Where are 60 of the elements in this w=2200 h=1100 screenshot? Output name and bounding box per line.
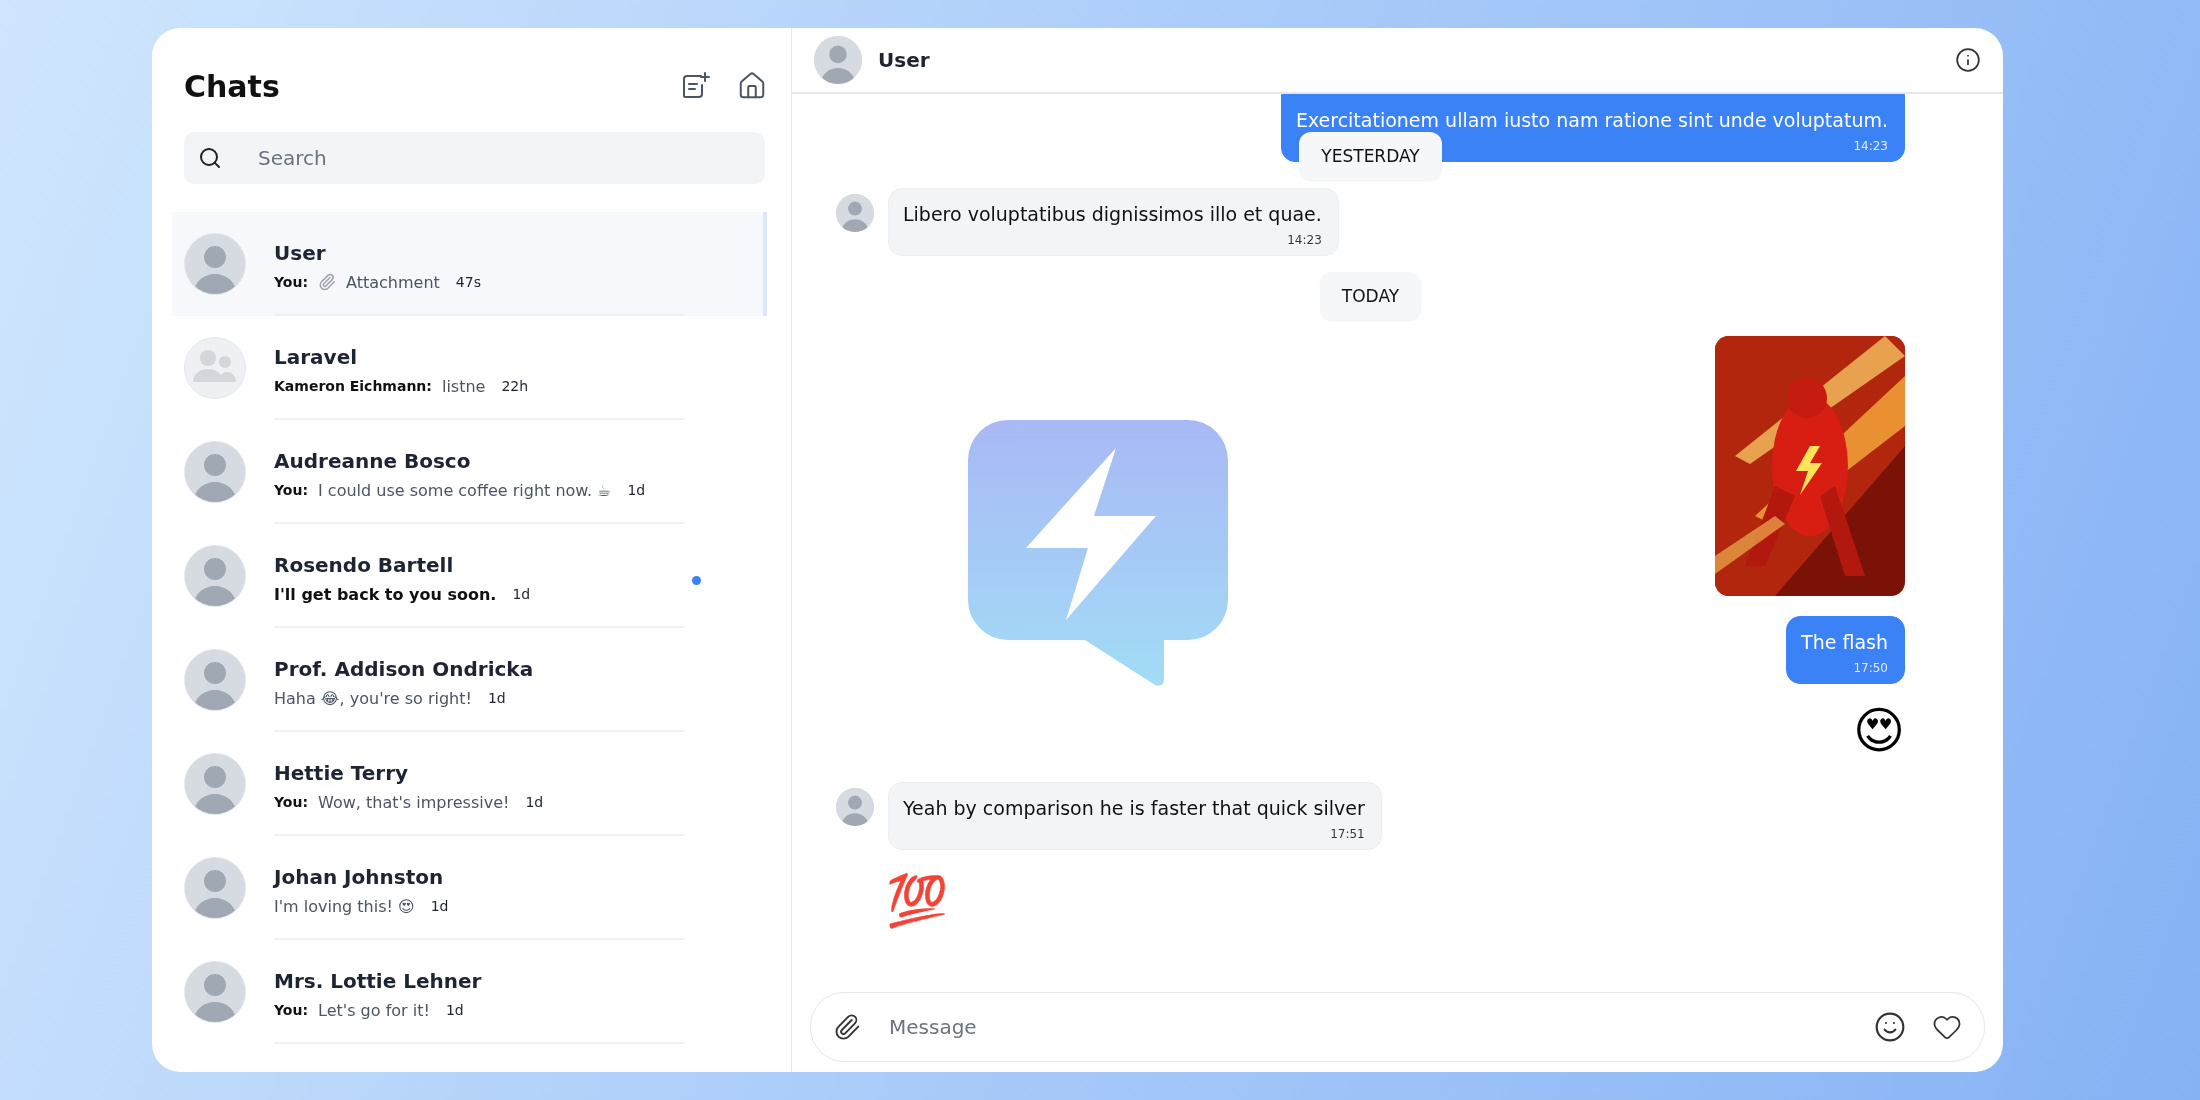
chat-name: User bbox=[274, 240, 327, 265]
sent-message: The flash 17:50 bbox=[1786, 616, 1905, 684]
info-button[interactable] bbox=[1955, 47, 1981, 73]
message-preview: I'm loving this! 😍 bbox=[274, 896, 415, 916]
chat-list-item[interactable]: Laravel Kameron Eichmann: listne 22h bbox=[172, 316, 767, 420]
search-icon bbox=[198, 146, 222, 170]
message-time: 1d bbox=[512, 586, 531, 602]
chat-list-item[interactable]: Hettie Terry You: Wow, that's impressive! 1d bbox=[172, 732, 767, 836]
chat-list-item[interactable]: Prof. Addison Ondricka Haha 😂, you're so right! 1d bbox=[172, 628, 767, 732]
search-field[interactable]: Search bbox=[184, 132, 765, 184]
paperclip-icon bbox=[833, 1013, 861, 1041]
message-time: 1d bbox=[627, 482, 646, 498]
chat-name: Prof. Addison Ondricka bbox=[274, 656, 535, 681]
avatar-icon bbox=[814, 36, 862, 84]
unread-dot bbox=[692, 576, 701, 585]
chat-name: Hettie Terry bbox=[274, 760, 410, 785]
message-sender: You: bbox=[274, 274, 309, 290]
message-preview: Let's go for it! bbox=[318, 1000, 430, 1020]
message-time: 1d bbox=[430, 898, 449, 914]
message-preview: I could use some coffee right now. ☕ bbox=[318, 480, 612, 500]
chat-name: Laravel bbox=[274, 344, 359, 369]
smile-icon bbox=[1874, 1011, 1906, 1043]
chat-list-item[interactable]: User You: Attachment 47s bbox=[172, 212, 767, 316]
message-preview: Wow, that's impressive! bbox=[318, 792, 510, 812]
received-message: Libero voluptatibus dignissimos illo et quae. 14:23 bbox=[888, 188, 1339, 256]
chat-name: Johan Johnston bbox=[274, 864, 445, 889]
avatar-icon bbox=[836, 194, 874, 232]
emoji-message: 😍 bbox=[1852, 701, 1905, 762]
message-time: 47s bbox=[455, 274, 481, 290]
message-preview: I'll get back to you soon. bbox=[274, 584, 497, 604]
sidebar-title: Chats bbox=[184, 68, 281, 104]
chat-list-item[interactable]: Mrs. Lottie Lehner You: Let's go for it! 1d bbox=[172, 940, 767, 1044]
message-time: 1d bbox=[525, 794, 544, 810]
chat-list-item[interactable]: Johan Johnston I'm loving this! 😍 1d bbox=[172, 836, 767, 940]
message-preview: listne bbox=[441, 376, 486, 396]
message-bar[interactable]: Message bbox=[810, 992, 1985, 1062]
message-field[interactable]: Message bbox=[887, 1014, 1848, 1040]
chat-name: Audreanne Bosco bbox=[274, 448, 472, 473]
avatar-icon bbox=[836, 788, 874, 826]
received-message: Yeah by comparison he is faster that quick silver 17:51 bbox=[888, 782, 1382, 850]
emoji-button[interactable] bbox=[1874, 1011, 1906, 1043]
chat-name: Mrs. Lottie Lehner bbox=[274, 968, 483, 993]
message-time: 1d bbox=[445, 1002, 464, 1018]
attach-button[interactable] bbox=[833, 1013, 861, 1041]
home-icon bbox=[737, 71, 767, 101]
chat-list-item[interactable]: Rosendo Bartell I'll get back to you soon. 1d bbox=[172, 524, 767, 628]
message-time: 22h bbox=[501, 378, 529, 394]
chat-name: Rosendo Bartell bbox=[274, 552, 455, 577]
avatar-icon bbox=[185, 234, 245, 294]
chat-list-item[interactable]: Audreanne Bosco You: I could use some coffee right now. ☕ 1d bbox=[172, 420, 767, 524]
message-time: 1d bbox=[487, 690, 506, 706]
message-preview: Attachment bbox=[346, 272, 440, 292]
message-sender: You: bbox=[274, 1002, 309, 1018]
message-preview: Haha 😂, you're so right! bbox=[274, 688, 472, 708]
emoji-message: 💯 bbox=[886, 871, 948, 932]
message-sender: You: bbox=[274, 794, 309, 810]
message-sender: Kameron Eichmann: bbox=[274, 378, 432, 394]
info-icon bbox=[1955, 47, 1981, 73]
message-sender: You: bbox=[274, 482, 309, 498]
contact-name: User bbox=[878, 48, 931, 72]
